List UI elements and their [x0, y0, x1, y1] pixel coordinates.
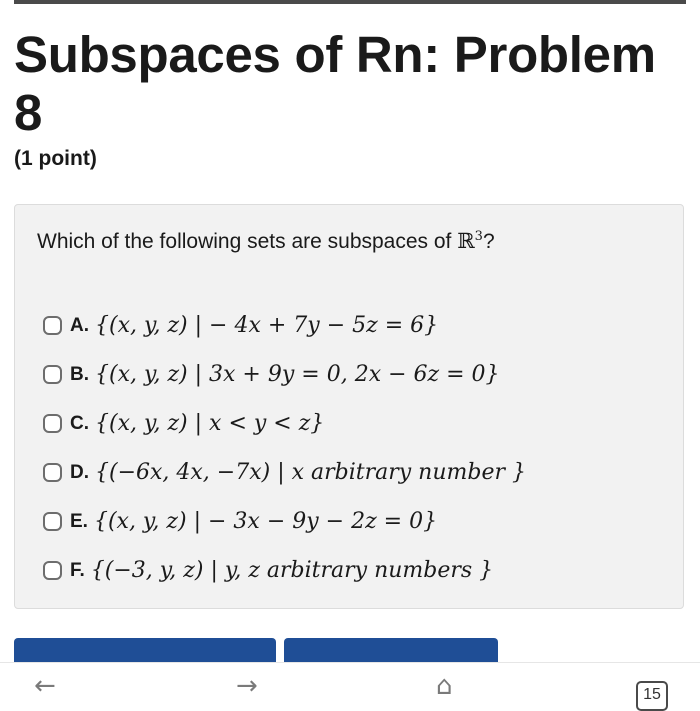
- back-arrow-icon[interactable]: ←: [34, 671, 56, 701]
- option-d[interactable]: D. {(−6x, 4x, −7x) | x arbitrary number …: [43, 448, 526, 497]
- question-prefix: Which of the following sets are subspace…: [37, 230, 458, 253]
- checkbox-b[interactable]: [43, 365, 62, 384]
- option-math: {(−3, y, z) | y, z arbitrary numbers }: [90, 558, 494, 583]
- checkbox-c[interactable]: [43, 414, 62, 433]
- option-math: {(x, y, z) | x < y < z}: [95, 411, 325, 436]
- option-label: E.: [70, 510, 88, 532]
- forward-arrow-icon[interactable]: →: [236, 671, 258, 701]
- question-suffix: ?: [482, 230, 495, 253]
- checkbox-d[interactable]: [43, 463, 62, 482]
- page-title: Subspaces of Rn: Problem 8: [14, 26, 656, 141]
- option-math: {(x, y, z) | − 4x + 7y − 5z = 6}: [95, 313, 439, 338]
- option-b[interactable]: B. {(x, y, z) | 3x + 9y = 0, 2x − 6z = 0…: [43, 350, 526, 399]
- option-math: {(x, y, z) | 3x + 9y = 0, 2x − 6z = 0}: [95, 362, 500, 387]
- question-text: Which of the following sets are subspace…: [37, 229, 495, 254]
- option-label: B.: [70, 363, 89, 385]
- real-space-symbol: ℝ: [457, 229, 475, 253]
- option-label: A.: [70, 314, 89, 336]
- option-a[interactable]: A. {(x, y, z) | − 4x + 7y − 5z = 6}: [43, 301, 526, 350]
- tabs-count-button[interactable]: 15: [636, 681, 668, 711]
- checkbox-a[interactable]: [43, 316, 62, 335]
- problem-card: Which of the following sets are subspace…: [14, 204, 684, 609]
- option-label: F.: [70, 559, 85, 581]
- option-math: {(−6x, 4x, −7x) | x arbitrary number }: [95, 460, 526, 485]
- option-label: D.: [70, 461, 89, 483]
- option-math: {(x, y, z) | − 3x − 9y − 2z = 0}: [93, 509, 438, 534]
- space-exponent: 3: [474, 229, 483, 244]
- option-c[interactable]: C. {(x, y, z) | x < y < z}: [43, 399, 526, 448]
- option-label: C.: [70, 412, 89, 434]
- home-icon[interactable]: ⌂: [436, 671, 453, 701]
- browser-toolbar: ← → ⌂ 15: [0, 662, 700, 711]
- answer-options: A. {(x, y, z) | − 4x + 7y − 5z = 6} B. {…: [43, 301, 526, 595]
- points-label: (1 point): [14, 147, 97, 170]
- option-e[interactable]: E. {(x, y, z) | − 3x − 9y − 2z = 0}: [43, 497, 526, 546]
- checkbox-e[interactable]: [43, 512, 62, 531]
- checkbox-f[interactable]: [43, 561, 62, 580]
- top-divider: [14, 0, 686, 4]
- option-f[interactable]: F. {(−3, y, z) | y, z arbitrary numbers …: [43, 546, 526, 595]
